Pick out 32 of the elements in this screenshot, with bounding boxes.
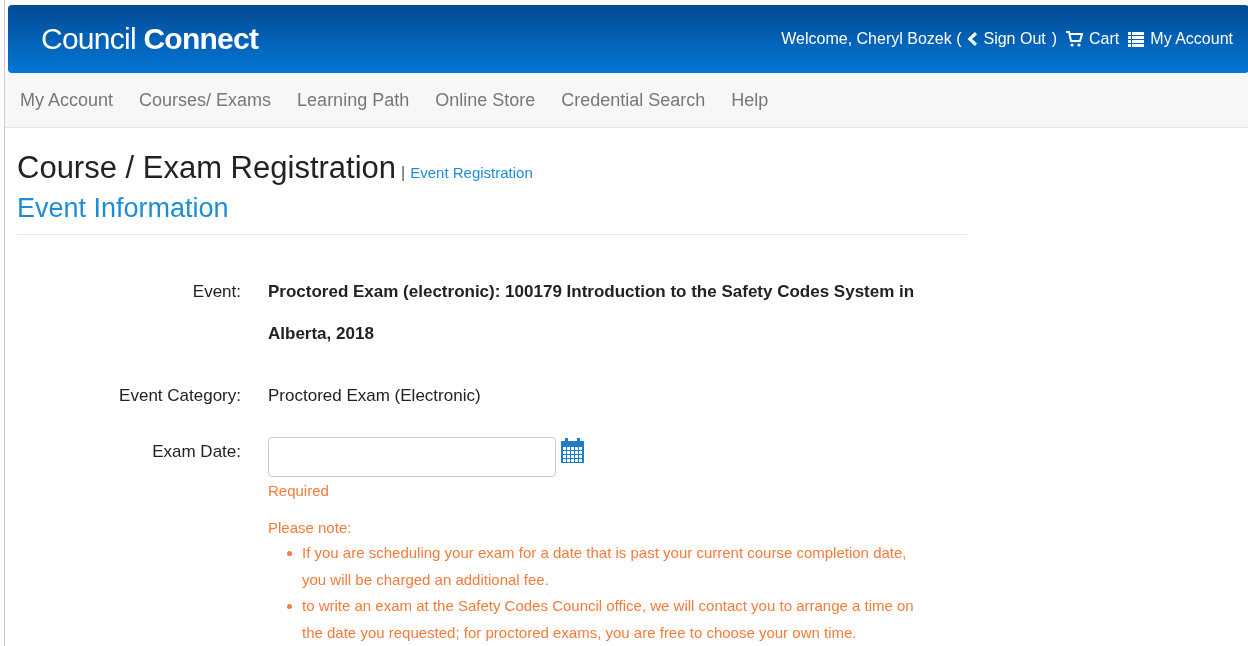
breadcrumb-link[interactable]: Event Registration bbox=[410, 162, 533, 185]
nav-link[interactable]: My Account bbox=[20, 86, 114, 114]
cart-icon[interactable] bbox=[1066, 31, 1084, 47]
sign-out-link[interactable]: Sign Out bbox=[983, 27, 1046, 51]
page-title: Course / Exam Registration bbox=[17, 150, 397, 186]
cart-link[interactable]: Cart bbox=[1089, 27, 1120, 51]
chevron-left-icon[interactable] bbox=[967, 32, 978, 46]
list-icon[interactable] bbox=[1128, 31, 1145, 47]
nav-link[interactable]: Credential Search bbox=[561, 86, 706, 114]
nav-link[interactable]: Online Store bbox=[435, 86, 536, 114]
note-text: to write an exam at the Safety Codes Council office, we will contact you to arrange a time on the date you requested; for proctored exams, you are free to choose your own time. bbox=[302, 596, 915, 643]
bullet-icon bbox=[287, 551, 292, 556]
note-title: Please note: bbox=[268, 518, 353, 538]
note-text: If you are scheduling your exam for a date that is past your current course completion date, you will be charged an additional fee. bbox=[302, 543, 908, 590]
paren-text: ) bbox=[1051, 29, 1058, 49]
nav-link[interactable]: Help bbox=[731, 86, 769, 114]
event-name: Proctored Exam (electronic): 100179 Introduction to the Safety Codes System in Alberta, 2018 bbox=[268, 281, 916, 345]
section-heading: Event Information bbox=[17, 192, 230, 224]
field-label: Event: bbox=[192, 281, 241, 303]
field-label: Exam Date: bbox=[152, 441, 241, 463]
my-account-link[interactable]: My Account bbox=[1150, 27, 1233, 51]
calendar-icon[interactable] bbox=[561, 438, 584, 463]
event-category: Proctored Exam (Electronic) bbox=[268, 385, 481, 407]
separator-text: | bbox=[401, 163, 406, 183]
exam-date-field[interactable] bbox=[268, 437, 556, 477]
logo[interactable]: Council Connect bbox=[41, 24, 259, 54]
nav-link[interactable]: Learning Path bbox=[297, 86, 410, 114]
required-message: Required bbox=[268, 481, 330, 501]
field-label: Event Category: bbox=[119, 385, 241, 407]
welcome-text: Welcome, Cheryl Bozek ( bbox=[781, 29, 962, 49]
nav-link[interactable]: Courses/ Exams bbox=[139, 86, 272, 114]
bullet-icon bbox=[287, 604, 292, 609]
